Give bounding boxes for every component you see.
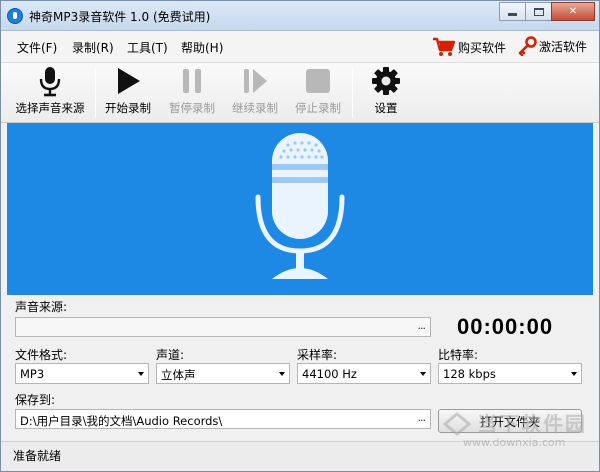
source-field[interactable]: ...	[15, 317, 431, 337]
select-source-label: 选择声音来源	[15, 101, 85, 115]
samplerate-label: 采样率:	[297, 348, 338, 362]
start-record-label: 开始录制	[105, 101, 151, 115]
activate-software-label: 激活软件	[539, 39, 588, 54]
bitrate-label: 比特率:	[438, 348, 479, 362]
recording-timer: 00:00:00	[457, 314, 554, 339]
stop-record-button[interactable]: 停止录制	[290, 63, 346, 123]
channel-value: 立体声	[161, 368, 196, 382]
select-source-button[interactable]: 选择声音来源	[11, 63, 89, 123]
toolbar-separator	[352, 69, 353, 117]
start-record-button[interactable]: 开始录制	[100, 63, 156, 123]
watermark-title: 当下软件园	[477, 412, 587, 436]
recording-banner	[7, 123, 593, 295]
save-browse-button[interactable]: ...	[418, 411, 426, 424]
menu-record[interactable]: 录制(R)	[72, 39, 114, 56]
channel-label: 声道:	[156, 348, 185, 362]
stop-icon	[306, 69, 330, 93]
chevron-down-icon	[279, 372, 285, 376]
shopping-cart-icon	[433, 37, 456, 56]
source-browse-button[interactable]: ...	[418, 319, 426, 332]
minimize-icon	[508, 13, 517, 16]
large-microphone-icon	[255, 133, 345, 279]
gear-icon	[372, 67, 400, 95]
maximize-button[interactable]	[525, 2, 552, 21]
toolbar-separator	[95, 69, 96, 117]
resume-icon	[244, 69, 267, 93]
stop-record-label: 停止录制	[295, 101, 341, 115]
buy-software-link[interactable]: 购买软件	[432, 36, 506, 58]
resume-record-label: 继续录制	[232, 101, 278, 115]
pause-icon	[183, 69, 201, 93]
watermark-url: www.downxia.com	[463, 436, 566, 449]
format-label: 文件格式:	[15, 348, 68, 362]
microphone-icon	[39, 67, 61, 97]
toolbar: 选择声音来源 开始录制 暂停录制 继续录制 停止录制 设置	[1, 63, 599, 123]
format-value: MP3	[20, 367, 45, 381]
maximize-icon	[533, 7, 544, 16]
status-text: 准备就绪	[13, 449, 62, 463]
save-location-label: 保存到:	[15, 393, 56, 407]
settings-label: 设置	[374, 101, 398, 115]
close-icon: ✕	[568, 6, 578, 17]
source-label: 声音来源:	[15, 300, 68, 314]
menu-help[interactable]: 帮助(H)	[181, 39, 223, 56]
resume-record-button[interactable]: 继续录制	[227, 63, 283, 123]
activate-software-link[interactable]: 激活软件	[517, 36, 587, 56]
chevron-down-icon	[420, 372, 426, 376]
pause-record-button[interactable]: 暂停录制	[164, 63, 220, 123]
buy-software-label: 购买软件	[458, 40, 507, 55]
format-select[interactable]: MP3	[15, 363, 149, 384]
samplerate-value: 44100 Hz	[302, 367, 357, 381]
channel-select[interactable]: 立体声	[156, 363, 290, 384]
main-window: 神奇MP3录音软件 1.0 (免费试用) ✕ 文件(F) 录制(R) 工具(T)…	[0, 0, 600, 472]
play-icon	[118, 68, 140, 94]
title-bar[interactable]: 神奇MP3录音软件 1.0 (免费试用) ✕	[1, 1, 599, 31]
watermark: 当下软件园 www.downxia.com	[441, 406, 591, 466]
menu-file[interactable]: 文件(F)	[17, 39, 57, 56]
key-icon	[518, 36, 537, 56]
bitrate-select[interactable]: 128 kbps	[438, 363, 582, 384]
pause-record-label: 暂停录制	[169, 101, 215, 115]
save-location-value: D:\用户目录\我的文档\Audio Records\	[20, 414, 223, 428]
app-icon	[7, 8, 23, 24]
window-controls: ✕	[499, 2, 595, 22]
minimize-button[interactable]	[499, 2, 526, 21]
menu-bar: 文件(F) 录制(R) 工具(T) 帮助(H) 购买软件 激活软件	[1, 31, 599, 63]
close-button[interactable]: ✕	[551, 2, 595, 21]
menu-tools[interactable]: 工具(T)	[127, 39, 168, 56]
bitrate-value: 128 kbps	[443, 367, 496, 381]
samplerate-select[interactable]: 44100 Hz	[297, 363, 431, 384]
save-location-field[interactable]: D:\用户目录\我的文档\Audio Records\ ...	[15, 409, 431, 429]
settings-button[interactable]: 设置	[360, 63, 412, 123]
watermark-logo-icon	[442, 412, 472, 436]
chevron-down-icon	[138, 372, 144, 376]
chevron-down-icon	[571, 372, 577, 376]
window-title: 神奇MP3录音软件 1.0 (免费试用)	[29, 10, 211, 24]
